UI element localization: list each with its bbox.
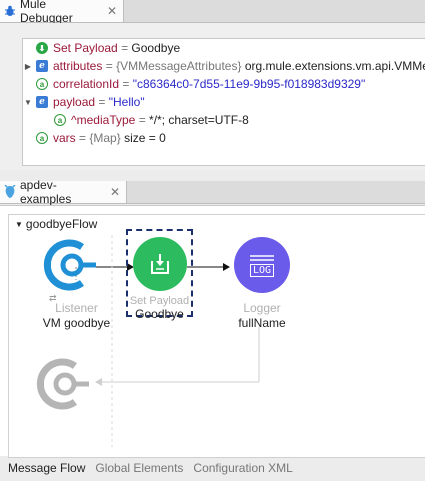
var-name: payload bbox=[53, 95, 96, 109]
tree-row-media-type[interactable]: a ^mediaType = */*; charset=UTF-8 bbox=[41, 111, 249, 129]
equals-sign: = bbox=[105, 59, 113, 73]
var-name: attributes bbox=[53, 59, 103, 73]
component-name: Goodbye bbox=[135, 307, 184, 321]
editor-bottom-tabs: Message Flow Global Elements Configurati… bbox=[0, 455, 425, 481]
logger-component[interactable]: LOG Logger fullName bbox=[227, 237, 297, 330]
var-name: ^mediaType bbox=[71, 113, 136, 127]
mule-project-icon bbox=[4, 184, 16, 199]
tab-mule-debugger[interactable]: Mule Debugger ✕ bbox=[0, 0, 124, 25]
var-value: "c86364c0-7d55-11e9-9b95-f018983d9329" bbox=[132, 77, 366, 91]
var-value: Goodbye bbox=[131, 41, 181, 55]
tree-row-attributes[interactable]: ▶ e attributes = {VMMessageAttributes} o… bbox=[23, 57, 425, 75]
component-name: fullName bbox=[238, 316, 286, 330]
set-payload-component[interactable]: Set Payload Goodbye bbox=[126, 229, 193, 321]
component-type: Listener bbox=[55, 301, 98, 315]
e-icon: e bbox=[36, 60, 48, 72]
tab-label: apdev-examples bbox=[20, 178, 72, 206]
flow-container[interactable]: ▼ goodbyeFlow ⇄ Listener VM goodbye Set … bbox=[8, 214, 425, 458]
tab-label: Mule Debugger bbox=[20, 0, 73, 25]
set-payload-icon bbox=[132, 237, 187, 291]
editor-tabbar: apdev-examples ✕ bbox=[0, 178, 425, 206]
sync-arrows-icon: ⇄ bbox=[49, 293, 57, 303]
tab-message-flow[interactable]: Message Flow bbox=[8, 461, 85, 475]
equals-sign: = bbox=[121, 41, 129, 55]
logger-icon: LOG bbox=[234, 237, 290, 293]
variables-tree: ⬇ Set Payload = Goodbye ▶ e attributes =… bbox=[22, 38, 425, 166]
flow-canvas: ▼ goodbyeFlow ⇄ Listener VM goodbye Set … bbox=[0, 205, 425, 458]
expand-arrow-icon[interactable]: ▶ bbox=[23, 62, 33, 71]
e-icon: e bbox=[36, 96, 48, 108]
component-name: VM goodbye bbox=[42, 316, 111, 330]
var-name: correlationId bbox=[53, 77, 120, 91]
listener-component[interactable]: ⇄ Listener VM goodbye bbox=[29, 237, 124, 330]
tab-global-elements[interactable]: Global Elements bbox=[95, 461, 183, 475]
a-icon: a bbox=[54, 114, 66, 126]
debugger-tabbar: Mule Debugger ✕ bbox=[0, 0, 425, 25]
var-value: org.mule.extensions.vm.api.VMMe bbox=[244, 59, 425, 73]
listener-icon bbox=[42, 237, 98, 293]
a-icon: a bbox=[36, 78, 48, 90]
component-type: Set Payload bbox=[129, 295, 190, 307]
flow-editor-panel: apdev-examples ✕ ▼ goodbyeFlow ⇄ Listene… bbox=[0, 178, 425, 481]
var-name: vars bbox=[53, 131, 76, 145]
tab-configuration-xml[interactable]: Configuration XML bbox=[193, 461, 292, 475]
var-type: {VMMessageAttributes} bbox=[116, 59, 242, 73]
component-type: Logger bbox=[243, 301, 281, 315]
tree-row-payload[interactable]: ▼ e payload = "Hello" bbox=[23, 93, 145, 111]
close-icon[interactable]: ✕ bbox=[107, 4, 117, 18]
equals-sign: = bbox=[122, 77, 130, 91]
a-icon: a bbox=[36, 132, 48, 144]
collapse-arrow-icon[interactable]: ▼ bbox=[23, 98, 33, 107]
close-icon[interactable]: ✕ bbox=[110, 185, 120, 199]
tree-row-correlation-id[interactable]: a correlationId = "c86364c0-7d55-11e9-9b… bbox=[23, 75, 365, 93]
tree-row-vars[interactable]: a vars = {Map} size = 0 bbox=[23, 129, 166, 147]
equals-sign: = bbox=[138, 113, 146, 127]
var-type: {Map} bbox=[89, 131, 121, 145]
var-value: "Hello" bbox=[108, 95, 145, 109]
tree-row-set-payload[interactable]: ⬇ Set Payload = Goodbye bbox=[23, 39, 180, 57]
equals-sign: = bbox=[79, 131, 87, 145]
bug-icon bbox=[4, 5, 16, 17]
equals-sign: = bbox=[98, 95, 106, 109]
var-name: Set Payload bbox=[53, 41, 118, 55]
var-value: */*; charset=UTF-8 bbox=[149, 113, 249, 127]
debugger-panel: ⬇ Set Payload = Goodbye ▶ e attributes =… bbox=[0, 23, 425, 170]
listener-response-icon bbox=[35, 356, 91, 412]
check-circle-icon: ⬇ bbox=[36, 42, 48, 54]
var-value: size = 0 bbox=[124, 131, 166, 145]
tab-apdev-examples[interactable]: apdev-examples ✕ bbox=[0, 178, 127, 206]
logger-icon-text: LOG bbox=[249, 263, 275, 277]
